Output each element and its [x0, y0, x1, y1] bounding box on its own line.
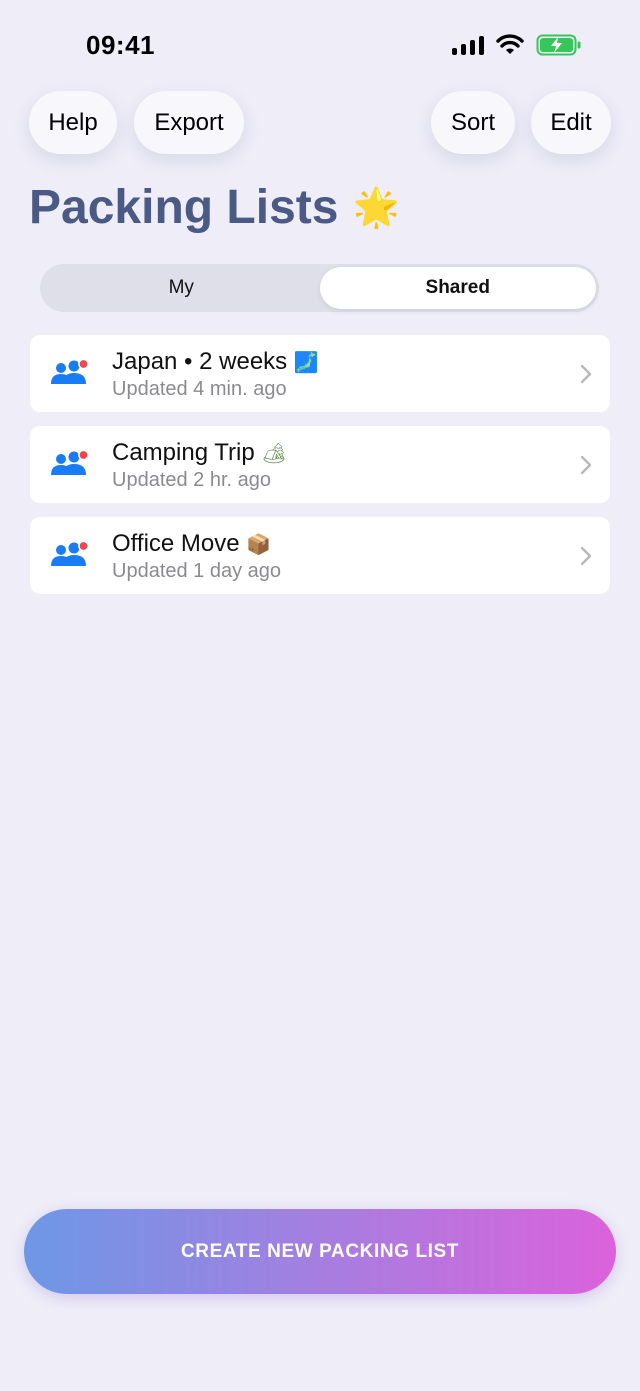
segment-my[interactable]: My — [43, 267, 320, 309]
status-bar: 09:41 — [0, 0, 640, 90]
help-button[interactable]: Help — [29, 91, 117, 154]
list-item[interactable]: Japan • 2 weeks 🗾 Updated 4 min. ago — [30, 335, 610, 412]
segment-shared[interactable]: Shared — [319, 267, 596, 309]
shared-people-icon — [51, 541, 89, 566]
list-item[interactable]: Office Move 📦 Updated 1 day ago — [30, 517, 610, 594]
page-title-text: Packing Lists — [29, 181, 339, 234]
wifi-icon — [496, 34, 524, 54]
edit-button[interactable]: Edit — [531, 91, 611, 154]
glowing-star-icon: 🌟 — [352, 185, 400, 229]
sort-button[interactable]: Sort — [431, 91, 515, 154]
shared-people-icon — [51, 359, 89, 384]
camping-tent-icon: 🏕 — [261, 441, 287, 465]
list-item[interactable]: Camping Trip 🏕 Updated 2 hr. ago — [30, 426, 610, 503]
chevron-right-icon — [580, 455, 592, 475]
list-item-title-text: Camping Trip — [112, 439, 255, 466]
cellular-signal-icon — [452, 35, 484, 55]
packing-list: Japan • 2 weeks 🗾 Updated 4 min. ago Cam… — [30, 335, 610, 608]
battery-charging-icon — [536, 34, 581, 56]
chevron-right-icon — [580, 546, 592, 566]
chevron-right-icon — [580, 364, 592, 384]
list-item-updated: Updated 4 min. ago — [112, 378, 287, 400]
export-button[interactable]: Export — [134, 91, 244, 154]
list-item-title-text: Office Move — [112, 530, 240, 557]
japan-map-icon: 🗾 — [293, 350, 319, 374]
package-box-icon: 📦 — [246, 532, 272, 556]
list-filter-segmented-control: My Shared — [40, 264, 599, 312]
list-item-updated: Updated 2 hr. ago — [112, 469, 272, 491]
list-item-title: Office Move 📦 — [112, 530, 271, 558]
screen: 09:41 Help Export Sort Edit Packing List… — [0, 0, 640, 1391]
create-new-packing-list-button[interactable]: CREATE NEW PACKING LIST — [24, 1209, 616, 1294]
status-time: 09:41 — [86, 30, 155, 60]
list-item-title-text: Japan • 2 weeks — [112, 348, 288, 375]
shared-people-icon — [51, 450, 89, 475]
list-item-title: Camping Trip 🏕 — [112, 439, 287, 467]
list-item-title: Japan • 2 weeks 🗾 — [112, 348, 319, 376]
list-item-updated: Updated 1 day ago — [112, 560, 282, 582]
page-title: Packing Lists 🌟 — [29, 180, 400, 235]
status-icons — [452, 34, 582, 56]
